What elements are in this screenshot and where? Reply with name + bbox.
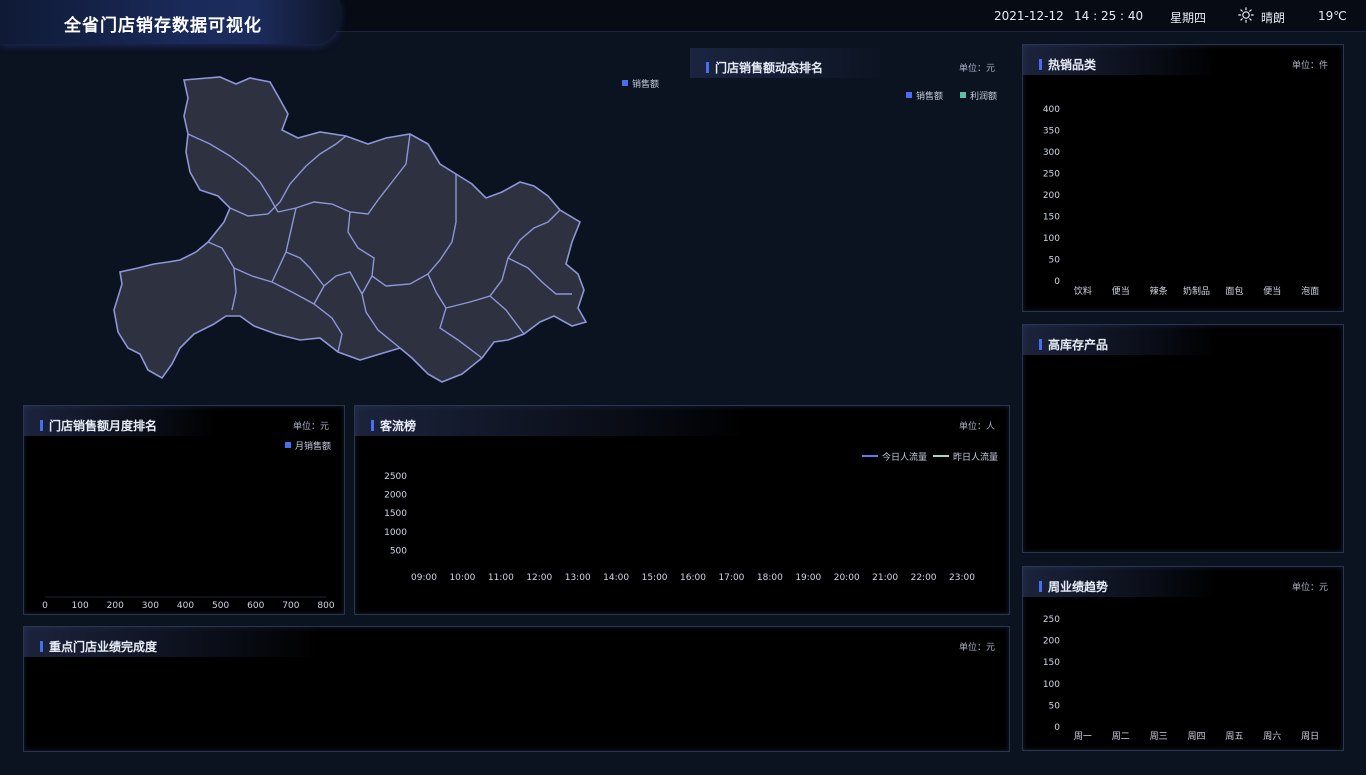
y-tick-label: 300 bbox=[1043, 148, 1060, 158]
x-tick-label: 600 bbox=[247, 601, 264, 611]
traffic-chart[interactable]: 500 1000 1500 2000 2500 09:00 10:00 11:00 12:00 1… bbox=[355, 406, 1009, 614]
weekly-trend-chart[interactable]: 0 50 100 150 200 250 周一 周二 周三 周四 周五 周六 周日 bbox=[1023, 567, 1343, 750]
x-tick-label: 20:00 bbox=[834, 573, 860, 583]
x-tick-label: 周二 bbox=[1112, 731, 1130, 742]
x-tick-label: 便当 bbox=[1263, 285, 1281, 297]
hot-categories-panel: 热销品类 单位：件 0 50 100 150 200 250 300 350 400 饮料 便当 辣条… bbox=[1022, 44, 1344, 312]
legend-sales[interactable]: 销售额 bbox=[906, 89, 943, 102]
x-tick-label: 0 bbox=[42, 601, 48, 611]
high-stock-title-bar bbox=[1039, 339, 1042, 350]
weekday-display: 星期四 bbox=[1170, 11, 1207, 25]
y-tick-label: 150 bbox=[1043, 213, 1060, 223]
legend-sales-swatch bbox=[906, 92, 912, 98]
monthly-rank-chart[interactable]: 0 100 200 300 400 500 600 700 800 bbox=[24, 406, 344, 614]
x-tick-label: 奶制品 bbox=[1183, 285, 1210, 297]
y-tick-label: 0 bbox=[1054, 277, 1060, 287]
y-tick-label: 100 bbox=[1043, 234, 1060, 244]
legend-sales-label: 销售额 bbox=[916, 92, 944, 102]
x-tick-label: 13:00 bbox=[565, 573, 591, 583]
app-title: 全省门店销存数据可视化 bbox=[64, 16, 262, 36]
high-stock-panel: 高库存产品 bbox=[1022, 324, 1344, 553]
x-tick-label: 17:00 bbox=[718, 573, 744, 583]
y-tick-label: 200 bbox=[1043, 637, 1060, 647]
y-tick-label: 50 bbox=[1049, 256, 1061, 266]
y-tick-label: 350 bbox=[1043, 127, 1060, 137]
dynamic-rank-title-bar bbox=[706, 62, 709, 73]
y-tick-label: 250 bbox=[1043, 170, 1060, 180]
x-tick-label: 面包 bbox=[1225, 285, 1243, 297]
x-tick-label: 300 bbox=[142, 601, 159, 611]
key-stores-unit: 单位：元 bbox=[959, 643, 996, 653]
x-tick-label: 周日 bbox=[1301, 731, 1319, 742]
x-tick-label: 便当 bbox=[1112, 285, 1130, 297]
map-legend-swatch bbox=[622, 80, 628, 86]
y-tick-label: 500 bbox=[390, 546, 407, 556]
y-tick-label: 1500 bbox=[384, 509, 407, 519]
x-tick-label: 22:00 bbox=[911, 573, 937, 583]
high-stock-title: 高库存产品 bbox=[1048, 338, 1109, 352]
x-tick-label: 200 bbox=[107, 601, 124, 611]
x-tick-label: 18:00 bbox=[757, 573, 783, 583]
x-tick-label: 100 bbox=[72, 601, 89, 611]
weekly-trend-panel: 周业绩趋势 单位：元 0 50 100 150 200 250 周一 周二 周三 周四 周五 周六 周日 bbox=[1022, 566, 1344, 751]
y-tick-label: 200 bbox=[1043, 191, 1060, 201]
map-legend[interactable]: 销售额 bbox=[622, 77, 659, 90]
dynamic-rank-title: 门店销售额动态排名 bbox=[715, 61, 824, 75]
legend-profit-swatch bbox=[960, 92, 966, 98]
dynamic-rank-section: 门店销售额动态排名 单位：元 销售额 利润额 bbox=[690, 48, 1010, 388]
x-tick-label: 700 bbox=[282, 601, 299, 611]
y-tick-label: 100 bbox=[1043, 680, 1060, 690]
province-outline bbox=[113, 76, 588, 383]
y-tick-label: 2500 bbox=[384, 472, 407, 482]
map-legend-label: 销售额 bbox=[632, 80, 660, 90]
y-tick-label: 0 bbox=[1054, 723, 1060, 733]
key-stores-panel: 重点门店业绩完成度 单位：元 bbox=[23, 626, 1010, 752]
dynamic-rank-unit: 单位：元 bbox=[959, 64, 996, 74]
x-tick-label: 15:00 bbox=[642, 573, 668, 583]
key-stores-title: 重点门店业绩完成度 bbox=[49, 640, 158, 654]
y-tick-label: 400 bbox=[1043, 105, 1060, 115]
x-tick-label: 10:00 bbox=[449, 573, 475, 583]
x-tick-label: 23:00 bbox=[949, 573, 975, 583]
x-tick-label: 500 bbox=[212, 601, 229, 611]
y-tick-label: 2000 bbox=[384, 491, 407, 501]
x-tick-label: 12:00 bbox=[526, 573, 552, 583]
province-map[interactable] bbox=[110, 72, 600, 392]
x-tick-label: 辣条 bbox=[1150, 285, 1168, 297]
y-tick-label: 150 bbox=[1043, 658, 1060, 668]
x-tick-label: 16:00 bbox=[680, 573, 706, 583]
y-tick-label: 250 bbox=[1043, 615, 1060, 625]
x-tick-label: 周三 bbox=[1150, 731, 1168, 742]
x-tick-label: 饮料 bbox=[1074, 285, 1092, 297]
time-display: 14 : 25 : 40 bbox=[1074, 9, 1144, 23]
x-tick-label: 周五 bbox=[1225, 731, 1243, 742]
y-tick-label: 50 bbox=[1049, 701, 1061, 711]
x-tick-label: 400 bbox=[177, 601, 194, 611]
legend-profit-label: 利润额 bbox=[970, 92, 998, 102]
legend-profit[interactable]: 利润额 bbox=[960, 89, 997, 102]
monthly-rank-panel: 门店销售额月度排名 单位：元 月销售额 0 100 200 300 400 500 600 7… bbox=[23, 405, 345, 615]
key-stores-title-bar bbox=[40, 641, 43, 652]
sun-icon bbox=[1238, 7, 1254, 23]
x-tick-label: 11:00 bbox=[488, 573, 514, 583]
x-tick-label: 周四 bbox=[1187, 731, 1205, 742]
date-display: 2021-12-12 bbox=[994, 9, 1064, 23]
x-tick-label: 09:00 bbox=[411, 573, 437, 583]
weather-display: 晴朗 bbox=[1261, 11, 1286, 25]
hot-categories-chart[interactable]: 0 50 100 150 200 250 300 350 400 饮料 便当 辣条 奶制品 面包 便当 泡面 bbox=[1023, 45, 1343, 311]
x-tick-label: 14:00 bbox=[603, 573, 629, 583]
x-tick-label: 周六 bbox=[1263, 730, 1281, 742]
x-tick-label: 19:00 bbox=[795, 573, 821, 583]
x-tick-label: 21:00 bbox=[872, 573, 898, 583]
temperature-display: 19℃ bbox=[1318, 9, 1347, 23]
x-tick-label: 泡面 bbox=[1301, 285, 1319, 297]
y-tick-label: 1000 bbox=[384, 528, 407, 538]
x-tick-label: 800 bbox=[317, 601, 334, 611]
x-tick-label: 周一 bbox=[1074, 731, 1092, 742]
traffic-panel: 客流榜 单位：人 今日人流量 昨日人流量 500 1000 1500 2000 2500… bbox=[354, 405, 1010, 615]
